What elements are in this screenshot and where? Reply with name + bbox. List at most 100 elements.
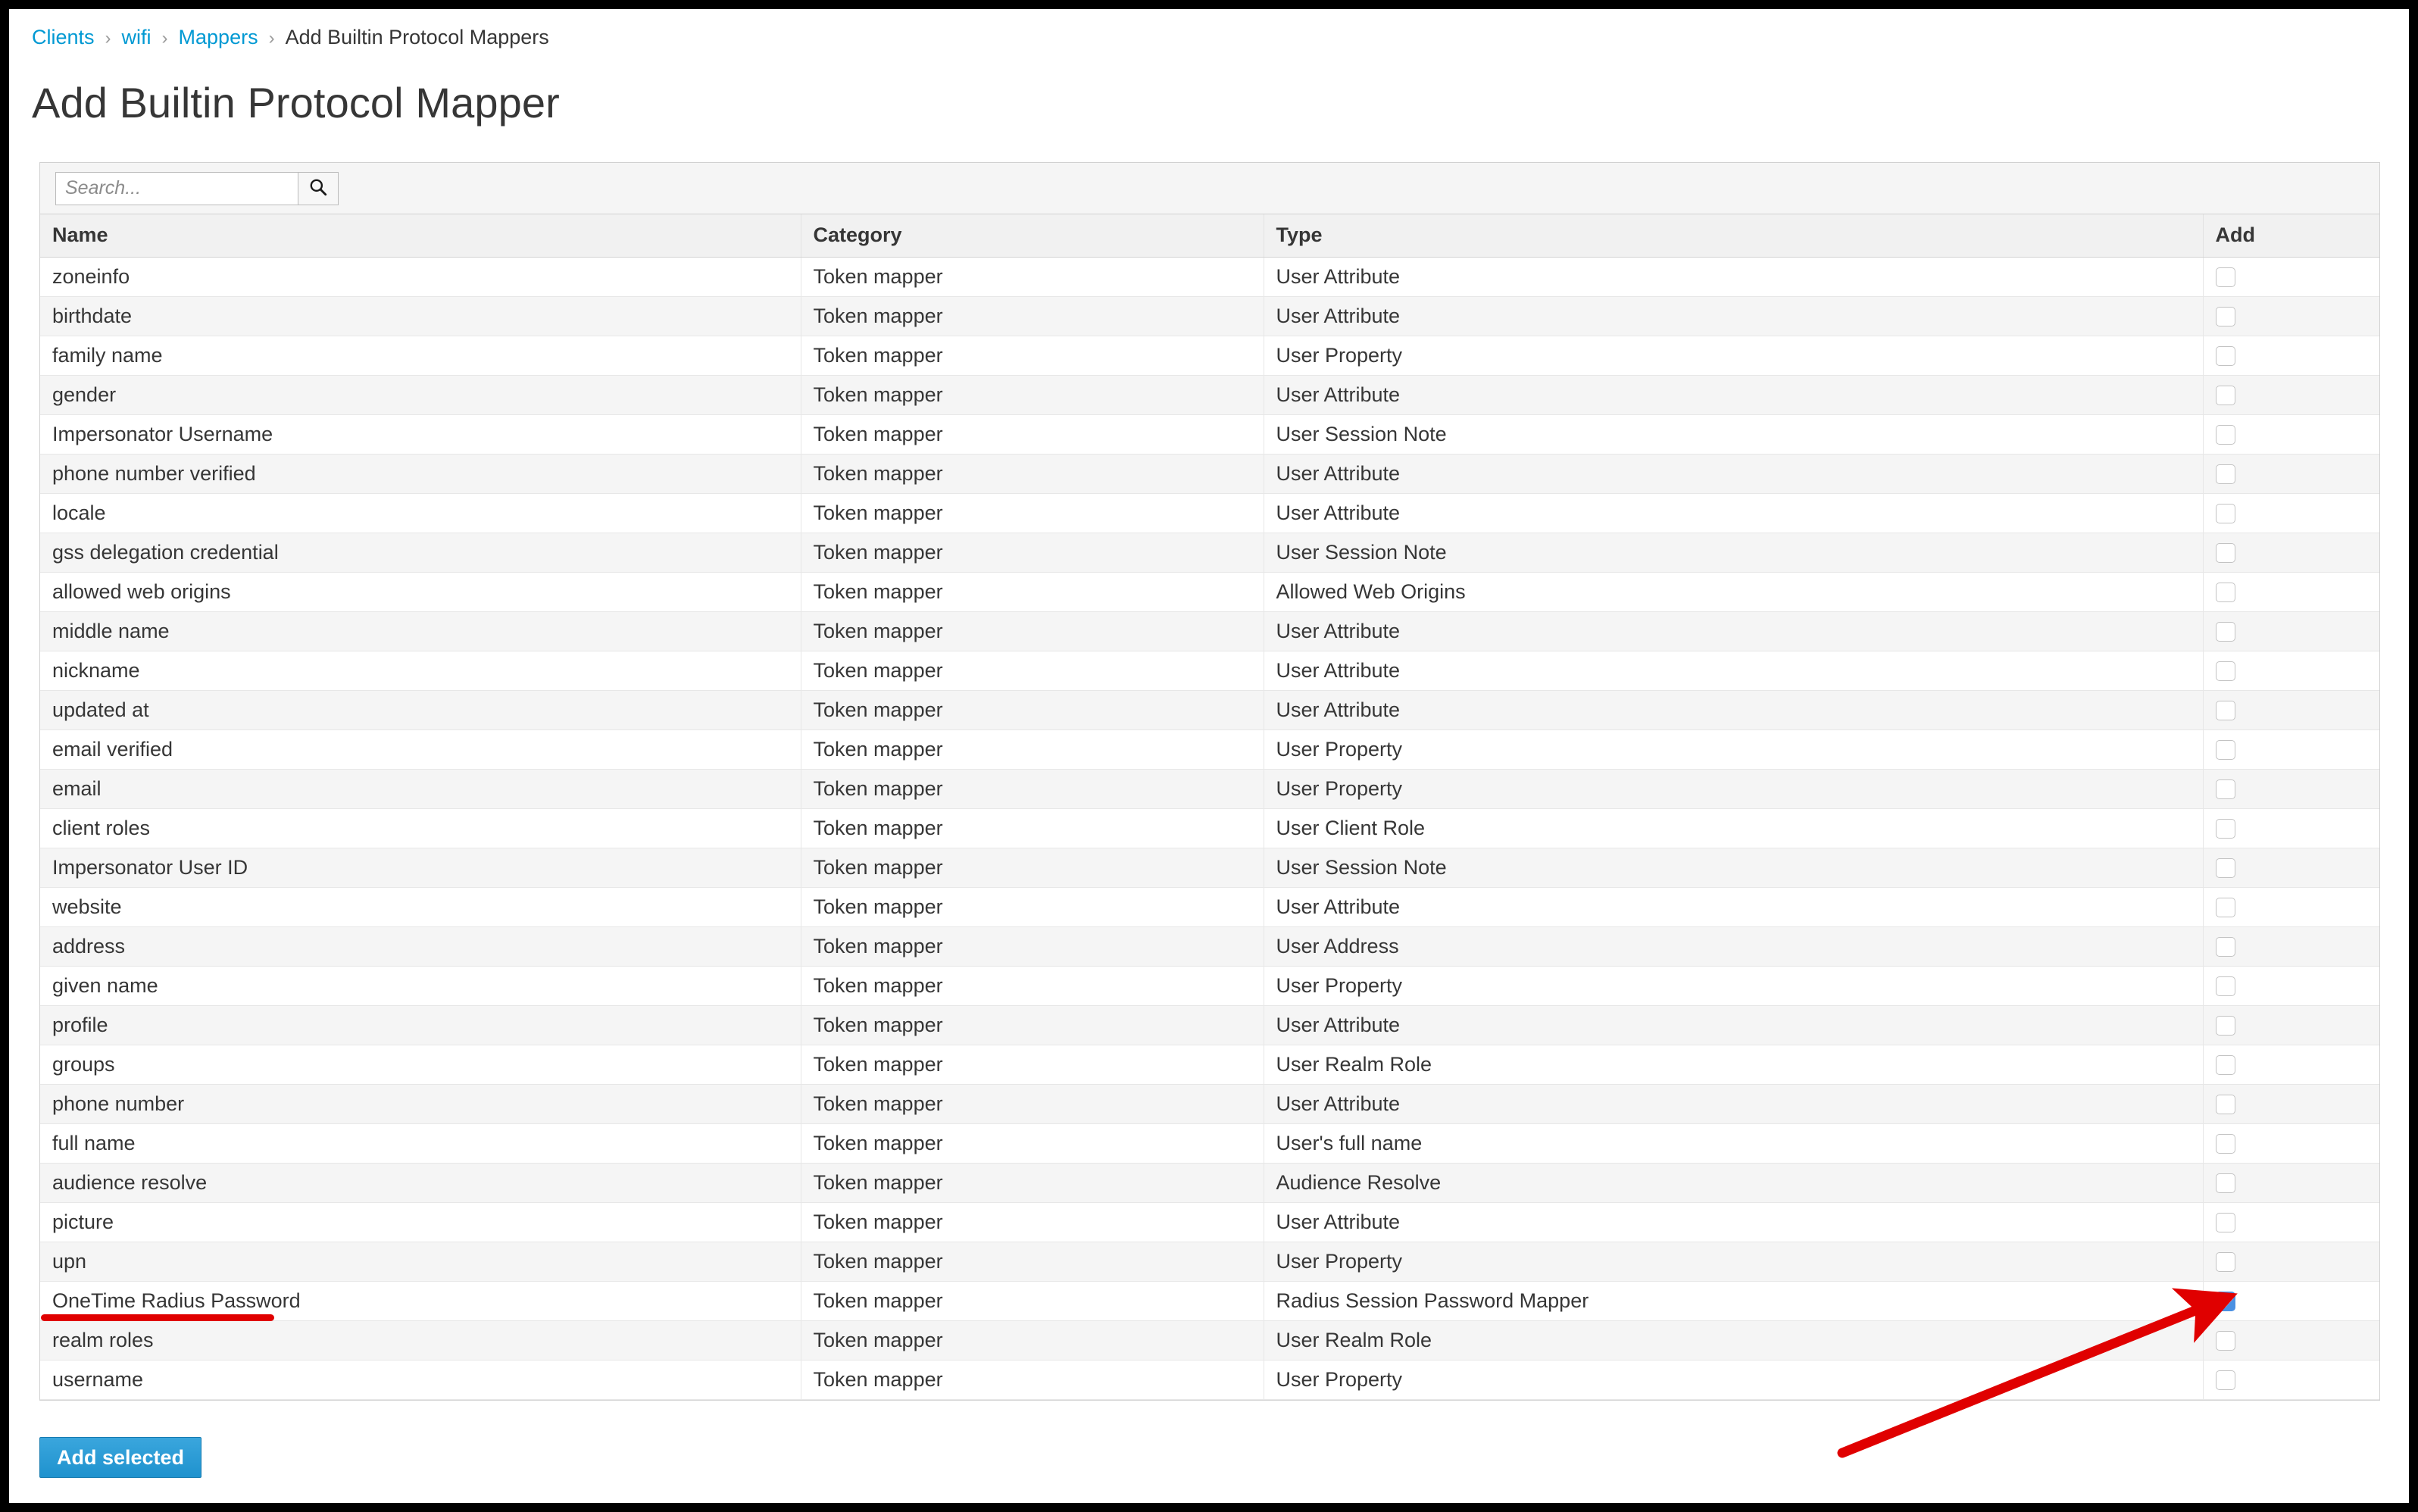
add-checkbox[interactable] [2215, 701, 2235, 721]
cell-add [2203, 729, 2379, 770]
cell-name: website [40, 887, 801, 927]
cell-add [2203, 1360, 2379, 1400]
add-checkbox[interactable] [2215, 346, 2235, 367]
add-checkbox[interactable] [2215, 464, 2235, 485]
cell-name: full name [40, 1123, 801, 1164]
cell-type: User Session Note [1264, 533, 2204, 573]
add-checkbox[interactable] [2215, 1370, 2235, 1391]
cell-category: Token mapper [801, 1045, 1264, 1085]
add-checkbox[interactable] [2215, 819, 2235, 839]
add-checkbox[interactable] [2215, 937, 2235, 957]
add-checkbox[interactable] [2215, 740, 2235, 761]
column-header-add: Add [2203, 214, 2379, 258]
table-row: middle name Token mapper User Attribute [40, 611, 2379, 651]
cell-category: Token mapper [801, 966, 1264, 1006]
cell-name: picture [40, 1202, 801, 1242]
search-button[interactable] [298, 171, 339, 205]
table-row: updated at Token mapper User Attribute [40, 690, 2379, 730]
cell-type: User Property [1264, 769, 2204, 809]
add-checkbox[interactable] [2215, 1095, 2235, 1115]
cell-add [2203, 690, 2379, 730]
table-row: locale Token mapper User Attribute [40, 493, 2379, 533]
table-row: phone number Token mapper User Attribute [40, 1084, 2379, 1124]
cell-category: Token mapper [801, 533, 1264, 573]
add-checkbox[interactable] [2215, 898, 2235, 918]
column-header-name: Name [40, 214, 801, 258]
breadcrumb-item-mappers[interactable]: Mappers [179, 26, 258, 48]
cell-name: profile [40, 1005, 801, 1045]
cell-add [2203, 1320, 2379, 1360]
table-row: nickname Token mapper User Attribute [40, 651, 2379, 691]
add-checkbox[interactable] [2215, 543, 2235, 564]
cell-category: Token mapper [801, 729, 1264, 770]
cell-category: Token mapper [801, 1123, 1264, 1164]
add-checkbox[interactable] [2215, 858, 2235, 879]
add-checkbox[interactable] [2215, 386, 2235, 406]
add-checkbox[interactable] [2215, 583, 2235, 603]
add-checkbox[interactable] [2215, 661, 2235, 682]
cell-name: nickname [40, 651, 801, 691]
cell-type: User Attribute [1264, 611, 2204, 651]
add-checkbox[interactable] [2215, 267, 2235, 288]
table-row: client roles Token mapper User Client Role [40, 808, 2379, 848]
breadcrumb-item-clients[interactable]: Clients [32, 26, 95, 48]
cell-type: User Realm Role [1264, 1045, 2204, 1085]
cell-name: realm roles [40, 1320, 801, 1360]
cell-add [2203, 454, 2379, 494]
add-checkbox[interactable] [2215, 1292, 2235, 1312]
table-row: Impersonator User ID Token mapper User Ses… [40, 848, 2379, 888]
add-checkbox[interactable] [2215, 1213, 2235, 1233]
cell-name: gender [40, 375, 801, 415]
cell-type: User Property [1264, 336, 2204, 376]
cell-name: upn [40, 1242, 801, 1282]
table-row: website Token mapper User Attribute [40, 887, 2379, 927]
add-checkbox[interactable] [2215, 1055, 2235, 1076]
breadcrumb-item-wifi[interactable]: wifi [122, 26, 152, 48]
builtin-mappers-table: Name Category Type Add zoneinfo Token map… [40, 214, 2379, 1400]
app-screen: Clients › wifi › Mappers › Add Builtin Protoco… [9, 9, 2409, 1503]
add-checkbox[interactable] [2215, 622, 2235, 642]
cell-category: Token mapper [801, 572, 1264, 612]
add-checkbox[interactable] [2215, 1331, 2235, 1351]
add-selected-button[interactable]: Add selected [39, 1437, 202, 1478]
cell-category: Token mapper [801, 651, 1264, 691]
cell-type: User Address [1264, 926, 2204, 967]
add-checkbox[interactable] [2215, 779, 2235, 800]
breadcrumb-separator: › [268, 28, 275, 48]
table-row: realm roles Token mapper User Realm Role [40, 1320, 2379, 1360]
cell-name: middle name [40, 611, 801, 651]
cell-name: email [40, 769, 801, 809]
cell-add [2203, 1045, 2379, 1085]
add-checkbox[interactable] [2215, 504, 2235, 524]
cell-add [2203, 336, 2379, 376]
cell-category: Token mapper [801, 454, 1264, 494]
add-checkbox[interactable] [2215, 307, 2235, 327]
add-checkbox[interactable] [2215, 976, 2235, 997]
cell-type: User Property [1264, 729, 2204, 770]
add-checkbox[interactable] [2215, 1134, 2235, 1154]
cell-type: User Attribute [1264, 1005, 2204, 1045]
table-row: profile Token mapper User Attribute [40, 1005, 2379, 1045]
cell-category: Token mapper [801, 414, 1264, 455]
table-row: email Token mapper User Property [40, 769, 2379, 809]
cell-add [2203, 848, 2379, 888]
add-checkbox[interactable] [2215, 1173, 2235, 1194]
table-row: email verified Token mapper User Property [40, 729, 2379, 770]
cell-category: Token mapper [801, 848, 1264, 888]
table-row: address Token mapper User Address [40, 926, 2379, 967]
add-checkbox[interactable] [2215, 1016, 2235, 1036]
cell-add [2203, 533, 2379, 573]
search-input[interactable] [55, 171, 298, 205]
cell-name: updated at [40, 690, 801, 730]
cell-type: User Attribute [1264, 887, 2204, 927]
cell-category: Token mapper [801, 257, 1264, 297]
cell-type: User Client Role [1264, 808, 2204, 848]
cell-name: birthdate [40, 296, 801, 336]
cell-category: Token mapper [801, 1084, 1264, 1124]
cell-category: Token mapper [801, 611, 1264, 651]
table-row: gender Token mapper User Attribute [40, 375, 2379, 415]
add-checkbox[interactable] [2215, 425, 2235, 445]
cell-name: OneTime Radius Password [40, 1281, 801, 1321]
cell-add [2203, 769, 2379, 809]
add-checkbox[interactable] [2215, 1252, 2235, 1273]
